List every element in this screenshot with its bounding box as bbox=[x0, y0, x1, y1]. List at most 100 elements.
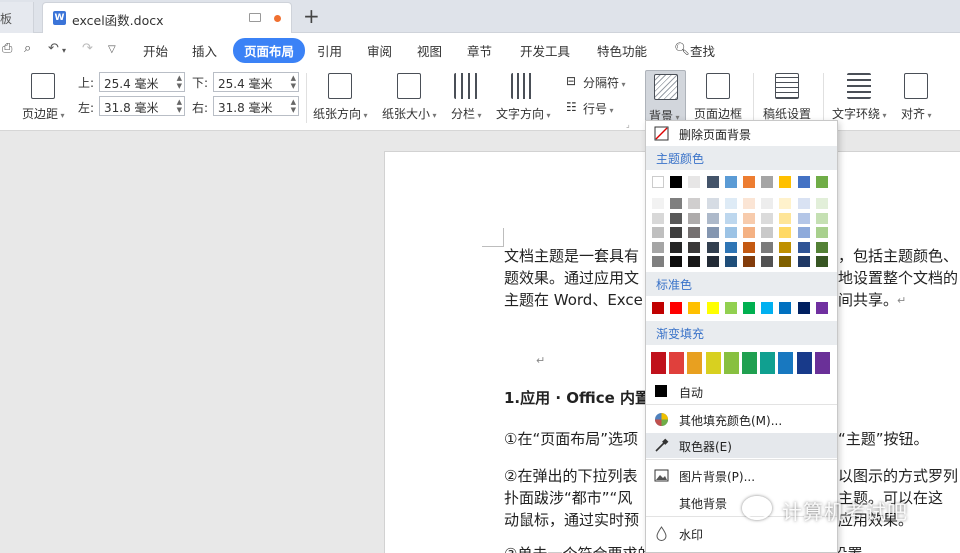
doc-step-1[interactable]: ①在“页面布局”选项 bbox=[504, 428, 638, 450]
theme-color-swatch[interactable] bbox=[724, 176, 737, 188]
standard-color-swatch[interactable] bbox=[706, 302, 719, 314]
remove-page-background-item[interactable]: 删除页面背景 bbox=[646, 121, 837, 146]
theme-shade-swatch[interactable] bbox=[797, 241, 810, 253]
theme-shade-swatch[interactable] bbox=[761, 198, 774, 209]
align-button[interactable]: 对齐 bbox=[901, 73, 932, 122]
theme-shade-swatch[interactable] bbox=[797, 212, 810, 224]
spinner-icon[interactable]: ▲ ▼ bbox=[177, 74, 182, 90]
menu-page-layout[interactable]: 页面布局 bbox=[233, 38, 306, 63]
menu-references[interactable]: 引用 bbox=[317, 41, 342, 60]
gradient-fill-swatch[interactable] bbox=[687, 352, 703, 374]
theme-shade-swatch[interactable] bbox=[779, 212, 792, 224]
gradient-fill-swatch[interactable] bbox=[669, 352, 685, 374]
text-wrap-button[interactable]: 文字环绕 bbox=[832, 73, 887, 122]
grid-settings-button[interactable]: 稿纸设置 bbox=[763, 73, 811, 122]
theme-color-swatch[interactable] bbox=[761, 176, 774, 188]
theme-color-swatch[interactable] bbox=[815, 176, 828, 188]
theme-shade-swatch[interactable] bbox=[815, 241, 828, 253]
gradient-fill-swatch[interactable] bbox=[742, 352, 757, 374]
theme-shade-swatch[interactable] bbox=[688, 227, 701, 238]
left-margin-field[interactable]: 31.8 毫米 ▲ ▼ bbox=[99, 96, 185, 116]
unsaved-dot-icon[interactable] bbox=[274, 15, 281, 22]
standard-color-swatch[interactable] bbox=[652, 302, 664, 314]
theme-color-swatch[interactable] bbox=[670, 176, 683, 188]
menu-home[interactable]: 开始 bbox=[143, 41, 168, 60]
line-number-button[interactable]: 行号 bbox=[583, 100, 614, 117]
theme-shade-swatch[interactable] bbox=[779, 227, 792, 238]
doc-heading[interactable]: 1.应用 · Office 内置 bbox=[504, 387, 650, 409]
search-icon[interactable]: 🔍︎ bbox=[674, 41, 690, 57]
theme-color-swatch[interactable] bbox=[797, 176, 810, 188]
theme-shade-swatch[interactable] bbox=[779, 241, 792, 253]
standard-color-swatch[interactable] bbox=[688, 302, 701, 314]
theme-shade-swatch[interactable] bbox=[670, 227, 683, 238]
theme-shade-swatch[interactable] bbox=[761, 241, 774, 253]
theme-shade-swatch[interactable] bbox=[743, 256, 755, 267]
menu-insert[interactable]: 插入 bbox=[192, 41, 217, 60]
group-expand-icon[interactable]: ⌟ bbox=[626, 120, 630, 129]
doc-line-1-tail[interactable]: ，包括主题颜色、 bbox=[838, 245, 958, 267]
theme-shade-swatch[interactable] bbox=[761, 212, 774, 224]
paper-size-button[interactable]: 纸张大小 bbox=[382, 73, 437, 122]
theme-shade-swatch[interactable] bbox=[743, 212, 755, 224]
theme-shade-swatch[interactable] bbox=[670, 256, 683, 267]
previous-tab[interactable]: 板 bbox=[0, 2, 34, 33]
theme-shade-swatch[interactable] bbox=[724, 256, 737, 267]
standard-color-swatch[interactable] bbox=[724, 302, 737, 314]
theme-shade-swatch[interactable] bbox=[815, 212, 828, 224]
spinner-icon[interactable]: ▲ ▼ bbox=[291, 74, 296, 90]
theme-shade-swatch[interactable] bbox=[670, 212, 683, 224]
theme-shade-swatch[interactable] bbox=[724, 212, 737, 224]
menu-developer[interactable]: 开发工具 bbox=[520, 41, 570, 60]
document-tab[interactable]: W excel函数.docx bbox=[42, 2, 292, 33]
monitor-icon[interactable] bbox=[249, 13, 261, 22]
picture-background-item[interactable]: 图片背景(P)... bbox=[646, 463, 837, 488]
theme-color-swatch[interactable] bbox=[688, 176, 701, 188]
theme-shade-swatch[interactable] bbox=[670, 198, 683, 209]
standard-color-swatch[interactable] bbox=[797, 302, 810, 314]
gradient-fill-swatch[interactable] bbox=[796, 352, 812, 374]
standard-color-swatch[interactable] bbox=[815, 302, 828, 314]
theme-shade-swatch[interactable] bbox=[706, 241, 719, 253]
doc-step-1-tail[interactable]: “主题”按钮。 bbox=[838, 428, 929, 450]
doc-line-2[interactable]: 题效果。通过应用文 bbox=[504, 267, 639, 289]
theme-shade-swatch[interactable] bbox=[797, 198, 810, 209]
theme-shade-swatch[interactable] bbox=[706, 198, 719, 209]
theme-shade-swatch[interactable] bbox=[761, 256, 774, 267]
doc-step-2-line-1-tail[interactable]: 以图示的方式罗列 bbox=[838, 465, 958, 487]
theme-shade-swatch[interactable] bbox=[743, 198, 755, 209]
spinner-icon[interactable]: ▲ ▼ bbox=[177, 98, 182, 114]
theme-shade-swatch[interactable] bbox=[724, 198, 737, 209]
doc-line-1[interactable]: 文档主题是一套具有 bbox=[504, 245, 639, 267]
bottom-margin-field[interactable]: 25.4 毫米 ▲ ▼ bbox=[213, 72, 299, 92]
theme-shade-swatch[interactable] bbox=[815, 198, 828, 209]
print-preview-icon[interactable]: ⌕ bbox=[24, 41, 31, 56]
theme-shade-swatch[interactable] bbox=[724, 241, 737, 253]
columns-button[interactable]: 分栏 bbox=[451, 73, 482, 122]
right-margin-field[interactable]: 31.8 毫米 ▲ ▼ bbox=[213, 96, 299, 116]
theme-shade-swatch[interactable] bbox=[670, 241, 683, 253]
theme-shade-swatch[interactable] bbox=[743, 241, 755, 253]
doc-step-2-line-1[interactable]: ②在弹出的下拉列表 bbox=[504, 465, 637, 487]
redo-icon[interactable]: ↷ bbox=[82, 41, 93, 56]
theme-shade-swatch[interactable] bbox=[652, 256, 664, 267]
theme-shade-swatch[interactable] bbox=[688, 256, 701, 267]
gradient-fill-swatch[interactable] bbox=[778, 352, 794, 374]
doc-step-2-line-2[interactable]: 扑面跋涉“都市”“风 bbox=[504, 487, 632, 509]
menu-review[interactable]: 审阅 bbox=[367, 41, 392, 60]
doc-line-3[interactable]: 主题在 Word、Exce bbox=[504, 289, 643, 311]
gradient-fill-swatch[interactable] bbox=[651, 352, 666, 374]
theme-shade-swatch[interactable] bbox=[706, 256, 719, 267]
doc-line-3-tail[interactable]: 间共享。 bbox=[838, 289, 898, 311]
eyedropper-item[interactable]: 取色器(E) bbox=[646, 433, 837, 458]
theme-shade-swatch[interactable] bbox=[652, 241, 664, 253]
standard-color-swatch[interactable] bbox=[779, 302, 792, 314]
theme-shade-swatch[interactable] bbox=[688, 212, 701, 224]
page-border-button[interactable]: 页面边框 bbox=[694, 73, 742, 122]
doc-line-2-tail[interactable]: 地设置整个文档的 bbox=[838, 267, 958, 289]
theme-shade-swatch[interactable] bbox=[815, 227, 828, 238]
spinner-icon[interactable]: ▲ ▼ bbox=[291, 98, 296, 114]
theme-shade-swatch[interactable] bbox=[797, 227, 810, 238]
menu-section[interactable]: 章节 bbox=[467, 41, 492, 60]
theme-shade-swatch[interactable] bbox=[688, 198, 701, 209]
